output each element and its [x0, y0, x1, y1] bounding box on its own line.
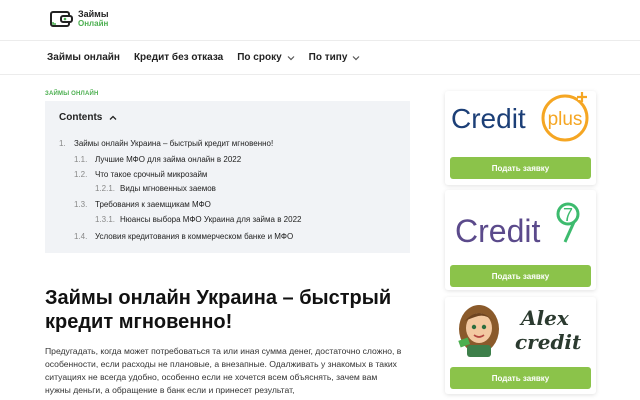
toc-item-number: 1.3.	[74, 200, 88, 209]
main-nav: Займы онлайн Кредит без отказа По сроку …	[47, 52, 374, 63]
toc-item[interactable]: 1.2. Что такое срочный микрозайм	[74, 170, 207, 179]
toc-item-label: Займы онлайн Украина – быстрый кредит мг…	[74, 139, 274, 148]
brand-name: Credit	[451, 103, 526, 134]
nav-item-label: Кредит без отказа	[133, 52, 224, 63]
toc-item-label: Виды мгновенных заемов	[120, 184, 216, 193]
article-paragraph: Предугадать, когда может потребоваться т…	[45, 346, 402, 395]
site-header: Займы Онлайн	[0, 0, 640, 40]
chevron-up-icon	[109, 115, 117, 120]
nav-item-credit-no-refusal[interactable]: Кредит без отказа	[134, 52, 223, 63]
toc-item-number: 1.4.	[74, 232, 88, 241]
toc-item[interactable]: 1.1. Лучшие МФО для займа онлайн в 2022	[74, 155, 241, 164]
apply-button[interactable]: Подать заявку	[450, 157, 591, 179]
nav-item-label: По типу	[308, 52, 348, 63]
brand-suffix: 7	[563, 205, 573, 225]
toc-item-label: Лучшие МФО для займа онлайн в 2022	[95, 155, 242, 164]
lender-card-credit7: Credit 7 Подать заявку	[445, 190, 596, 290]
toc-item[interactable]: 1.3. Требования к заемщикам МФО	[74, 200, 211, 209]
toc-item-label: Нюансы выбора МФО Украина для займа в 20…	[120, 215, 302, 224]
nav-item-label: По сроку	[237, 52, 282, 63]
lender-card-creditplus: Credit plus Подать заявку	[445, 91, 596, 185]
alexcredit-logo[interactable]: Alex credit	[445, 297, 596, 361]
logo-title: Займы	[78, 9, 109, 19]
toc-item-label: Требования к заемщикам МФО	[95, 200, 211, 209]
nav-item-by-type[interactable]: По типу	[309, 52, 361, 63]
toc-item-number: 1.	[59, 139, 66, 148]
toc-item-number: 1.1.	[74, 155, 88, 164]
mascot-icon	[458, 305, 499, 357]
nav-item-loans-online[interactable]: Займы онлайн	[47, 52, 120, 63]
toc-item[interactable]: 1.3.1. Нюансы выбора МФО Украина для займ…	[95, 215, 301, 224]
header-divider	[0, 40, 640, 41]
site-logo[interactable]: Займы Онлайн	[50, 10, 109, 28]
brand-name: Credit	[455, 213, 540, 249]
apply-button[interactable]: Подать заявку	[450, 367, 591, 389]
toc-item[interactable]: 1.4. Условия кредитования в коммерческом …	[74, 232, 293, 241]
toc-toggle[interactable]: Contents	[59, 112, 117, 123]
wallet-icon	[50, 11, 73, 27]
nav-divider	[0, 74, 640, 75]
nav-item-label: Займы онлайн	[47, 52, 120, 63]
toc-item[interactable]: 1. Займы онлайн Украина – быстрый кредит …	[59, 139, 273, 148]
toc-item-number: 1.2.1.	[95, 184, 116, 193]
toc-title: Contents	[59, 112, 103, 123]
toc-item-number: 1.2.	[74, 170, 88, 179]
lender-card-alexcredit: Alex credit Подать заявку	[445, 297, 596, 394]
toc-item-label: Что такое срочный микрозайм	[95, 170, 208, 179]
credit7-logo[interactable]: Credit 7	[445, 190, 596, 256]
toc-item-label: Условия кредитования в коммерческом банк…	[95, 232, 294, 241]
toc-item[interactable]: 1.2.1. Виды мгновенных заемов	[95, 184, 216, 193]
apply-button[interactable]: Подать заявку	[450, 265, 591, 287]
nav-item-by-term[interactable]: По сроку	[237, 52, 295, 63]
logo-subtitle: Онлайн	[78, 19, 109, 28]
page-title: Займы онлайн Украина – быстрый кредит мг…	[45, 287, 392, 333]
brand-suffix: credit	[515, 330, 582, 354]
toc-item-number: 1.3.1.	[95, 215, 116, 224]
table-of-contents: Contents 1. Займы онлайн Украина – быстры…	[45, 101, 410, 253]
chevron-down-icon	[352, 55, 360, 60]
brand-suffix: plus	[548, 109, 583, 130]
brand-name: Alex	[519, 306, 570, 330]
breadcrumb[interactable]: ЗАЙМЫ ОНЛАЙН	[45, 91, 99, 97]
creditplus-logo[interactable]: Credit plus	[445, 91, 596, 151]
chevron-down-icon	[287, 55, 295, 60]
